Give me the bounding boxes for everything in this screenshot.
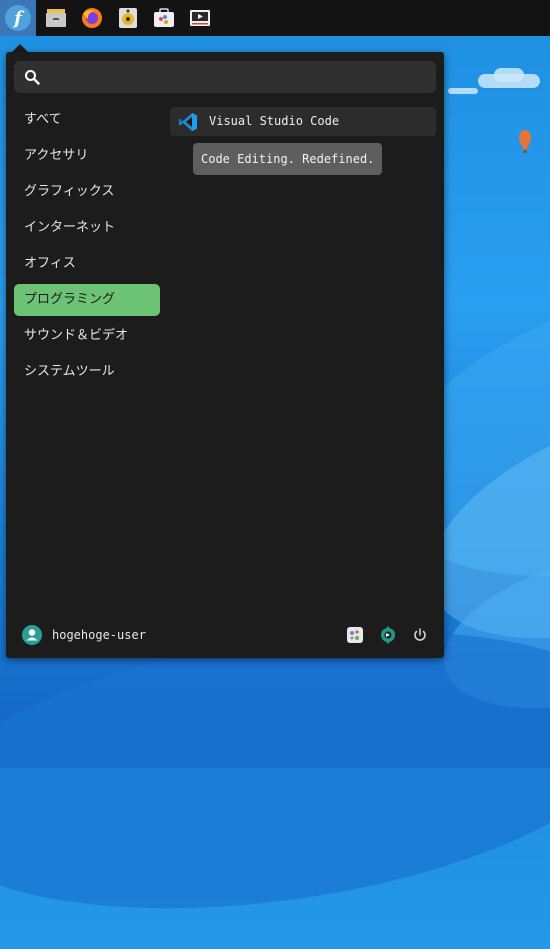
category-sound-video[interactable]: サウンド＆ビデオ xyxy=(14,320,160,352)
category-list: すべて アクセサリ グラフィックス インターネット オフィス プログラミング サ… xyxy=(14,104,160,392)
power-button[interactable] xyxy=(410,625,430,645)
app-name: Visual Studio Code xyxy=(209,114,340,128)
top-panel: f xyxy=(0,0,550,36)
software-center-button[interactable] xyxy=(378,625,398,645)
search-input[interactable] xyxy=(48,61,432,95)
firefox-icon-graphic xyxy=(82,8,102,28)
software-center-icon xyxy=(381,626,395,644)
avatar[interactable] xyxy=(22,625,42,645)
video-player-icon[interactable] xyxy=(188,6,212,30)
hot-air-balloon-icon xyxy=(519,130,531,153)
menu-pointer xyxy=(12,44,28,52)
file-manager-icon-graphic xyxy=(46,9,66,27)
settings-button[interactable] xyxy=(345,625,365,645)
power-icon xyxy=(414,628,426,641)
category-office[interactable]: オフィス xyxy=(14,248,160,280)
cloud xyxy=(494,68,524,82)
firefox-icon[interactable] xyxy=(80,6,104,30)
application-menu: すべて アクセサリ グラフィックス インターネット オフィス プログラミング サ… xyxy=(6,52,444,658)
category-system-tools[interactable]: システムツール xyxy=(14,356,160,388)
user-icon xyxy=(26,629,38,641)
vscode-icon xyxy=(179,113,197,131)
fedora-logo-icon: f xyxy=(5,5,31,31)
settings-icon xyxy=(347,627,363,643)
category-all[interactable]: すべて xyxy=(14,104,160,136)
software-icon-graphic xyxy=(154,8,174,27)
search-bar[interactable] xyxy=(14,61,436,95)
video-player-icon-graphic xyxy=(190,10,210,26)
app-menu-button[interactable]: f xyxy=(0,0,36,36)
software-icon[interactable] xyxy=(152,6,176,30)
app-item-vscode[interactable]: Visual Studio Code xyxy=(170,107,436,136)
rhythmbox-icon[interactable] xyxy=(116,6,140,30)
menu-footer: hogehoge-user xyxy=(6,620,444,650)
username: hogehoge-user xyxy=(52,628,146,642)
app-tooltip: Code Editing. Redefined. xyxy=(193,143,383,175)
category-graphics[interactable]: グラフィックス xyxy=(14,176,160,208)
file-manager-icon[interactable] xyxy=(44,6,68,30)
category-accessories[interactable]: アクセサリ xyxy=(14,140,160,172)
cloud xyxy=(448,88,478,94)
category-programming[interactable]: プログラミング xyxy=(14,284,160,316)
category-internet[interactable]: インターネット xyxy=(14,212,160,244)
search-icon xyxy=(25,70,40,85)
rhythmbox-icon-graphic xyxy=(119,8,137,28)
